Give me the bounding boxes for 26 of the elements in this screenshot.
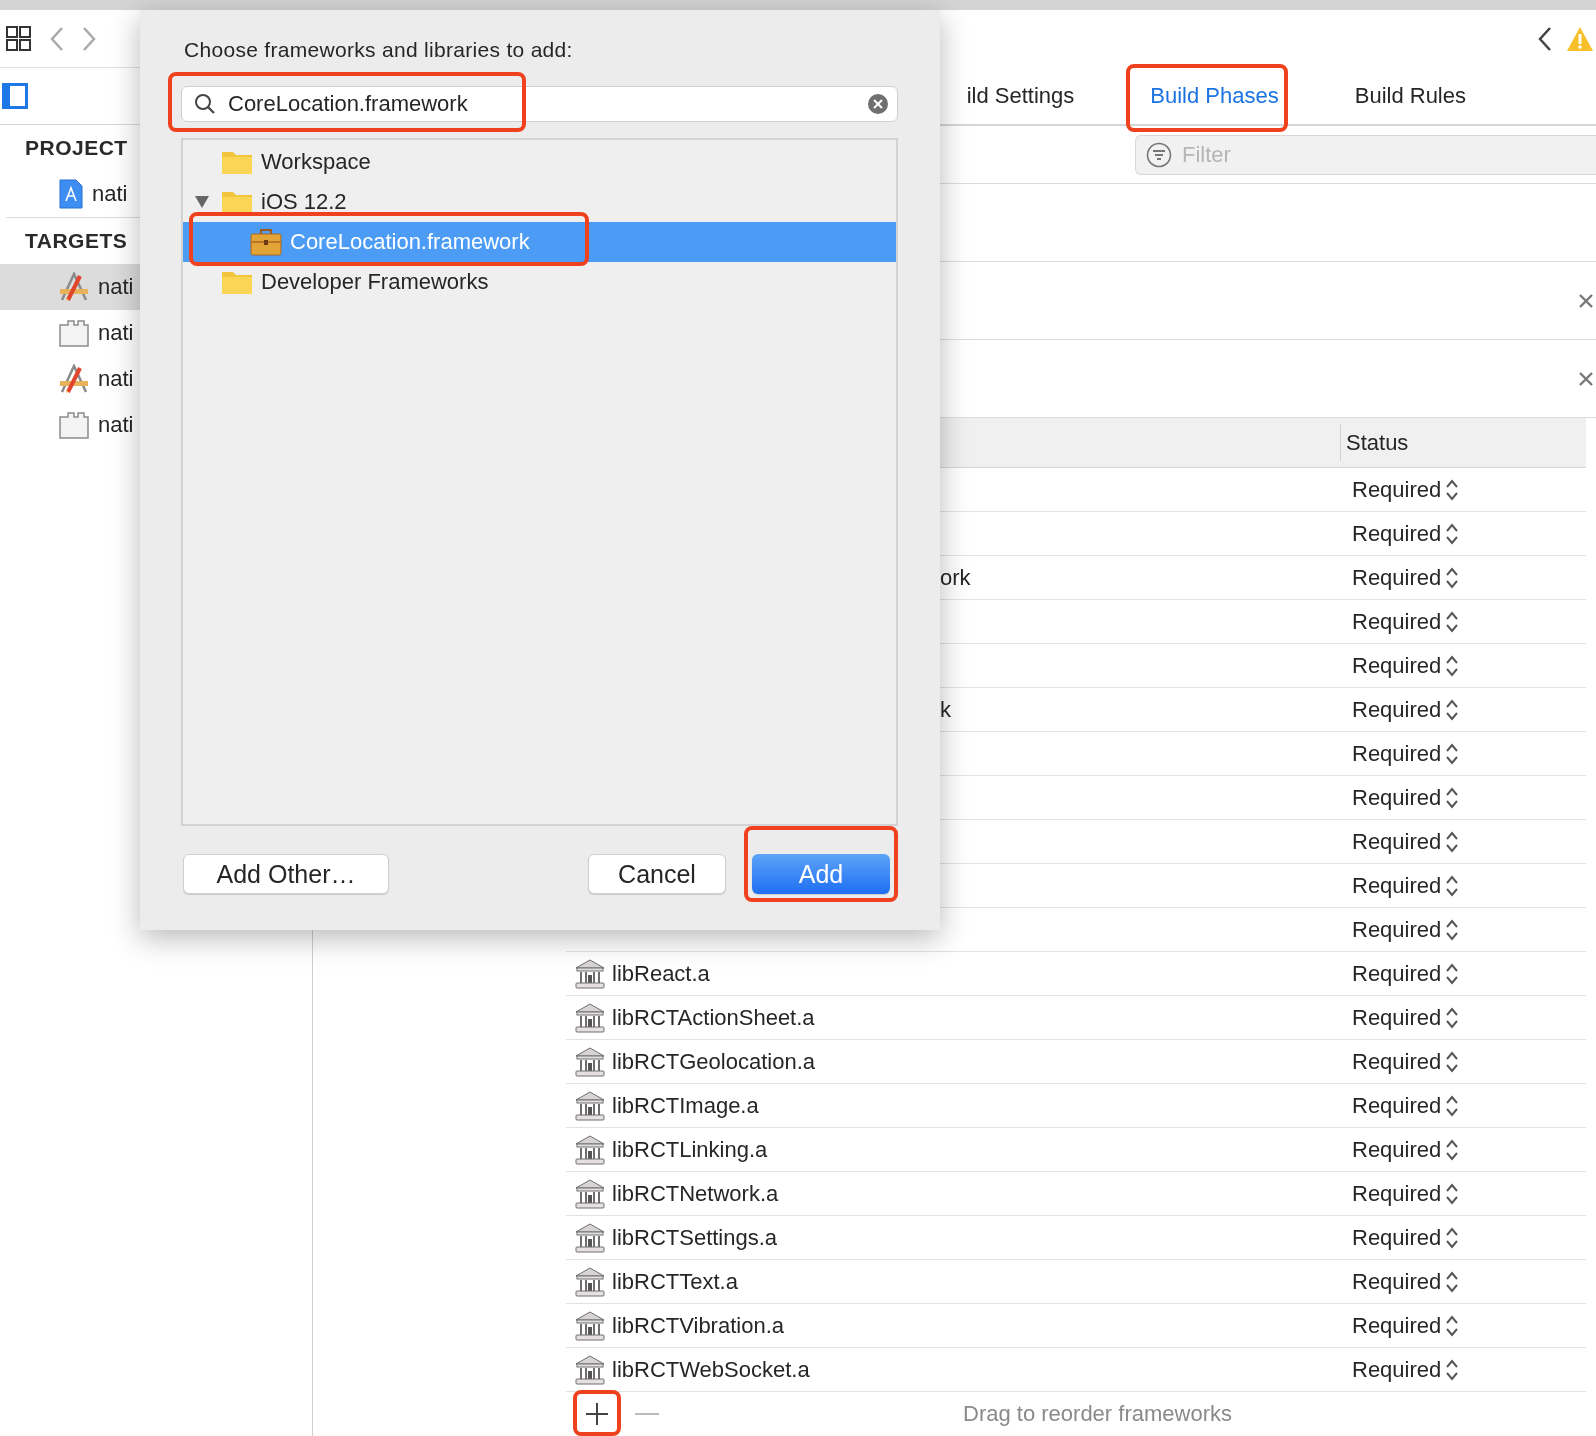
drag-hint: Drag to reorder frameworks [962,1401,1233,1427]
framework-name: libRCTActionSheet.a [612,1004,815,1031]
item-label: nati [98,320,134,346]
framework-name: libRCTSettings.a [612,1224,778,1251]
tree-item-label: Workspace [261,149,371,175]
item-label: nati [98,366,134,392]
framework-name: libRCTImage.a [612,1092,759,1119]
framework-name: libRCTGeolocation.a [612,1048,815,1075]
framework-name: libRCTWebSocket.a [612,1356,810,1383]
tree-item-label: iOS 12.2 [261,189,347,215]
section-header: PROJECT [24,135,128,161]
framework-name: libReact.a [612,960,710,987]
framework-name: k [940,696,951,723]
tree-item-label: Developer Frameworks [261,269,489,295]
framework-name: libRCTNetwork.a [612,1180,779,1207]
dialog-title: Choose frameworks and libraries to add: [184,38,574,62]
column-header: Status [1340,424,1586,461]
item-label: nati [98,412,134,438]
item-label: nati [98,274,134,300]
framework-name: libRCTVibration.a [612,1312,784,1339]
section-header: TARGETS [24,228,128,254]
tree-item-label: CoreLocation.framework [290,229,530,255]
framework-name: libRCTLinking.a [612,1136,768,1163]
item-label: nati [92,181,128,207]
framework-name: ork [940,564,971,591]
framework-name: libRCTText.a [612,1268,738,1295]
